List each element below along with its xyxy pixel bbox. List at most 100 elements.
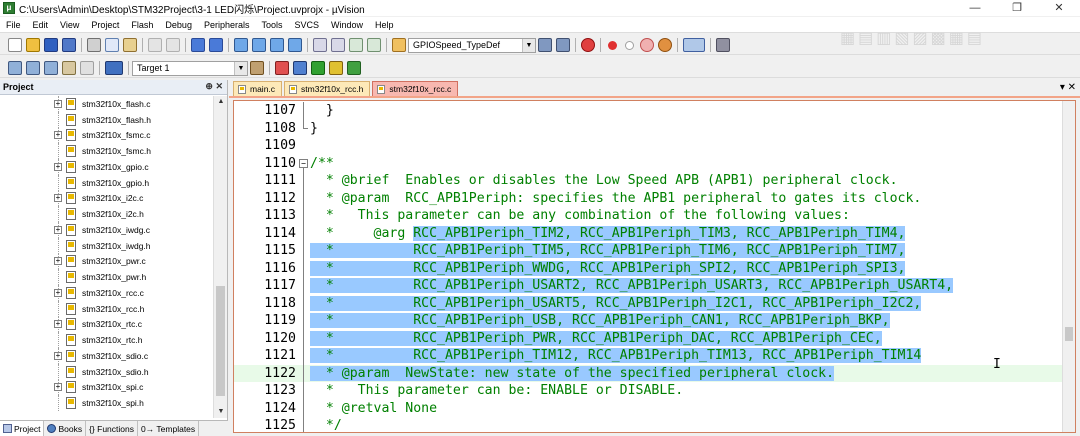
code-editor[interactable]: 1125 */1124 * @retval None 1123 * This pa… [233, 100, 1076, 433]
code-line[interactable]: 1117 * RCC_APB1Periph_USART2, RCC_APB1Pe… [234, 277, 1064, 295]
code-line[interactable]: 1109 [234, 137, 1064, 155]
window-layout-icon[interactable] [683, 38, 705, 52]
expand-icon[interactable]: + [54, 162, 62, 171]
menu-peripherals[interactable]: Peripherals [198, 20, 256, 30]
disable-all-breakpoints-icon[interactable] [640, 38, 654, 52]
expand-icon[interactable]: + [54, 225, 62, 234]
target-options-icon[interactable] [250, 61, 264, 75]
fold-collapse-icon[interactable]: − [299, 155, 308, 173]
code-line[interactable]: 1119 * RCC_APB1Periph_USB, RCC_APB1Perip… [234, 312, 1064, 330]
panel-pin-close-icon[interactable]: ⊕ ✕ [205, 81, 223, 92]
new-file-icon[interactable] [8, 38, 22, 52]
menu-debug[interactable]: Debug [159, 20, 198, 30]
copy-icon[interactable] [105, 38, 119, 52]
expand-icon[interactable]: + [54, 99, 62, 108]
menu-window[interactable]: Window [325, 20, 369, 30]
tree-file-item[interactable]: + stm32f10x_pwr.c [0, 253, 213, 270]
code-line[interactable]: 1110−/** [234, 155, 1064, 173]
tree-file-item[interactable]: stm32f10x_iwdg.h [0, 237, 213, 254]
manage-project-items-icon[interactable] [275, 61, 289, 75]
code-line[interactable]: 1107 } [234, 102, 1064, 120]
tab-templates[interactable]: 0→ Templates [138, 421, 200, 436]
open-folder-icon[interactable] [26, 38, 40, 52]
minimize-button[interactable]: — [954, 0, 996, 16]
scroll-down-icon[interactable]: ▼ [215, 406, 227, 418]
tree-file-item[interactable]: + stm32f10x_gpio.c [0, 159, 213, 175]
paste-icon[interactable] [123, 38, 137, 52]
tree-file-item[interactable]: stm32f10x_i2c.h [0, 206, 213, 222]
cut-icon[interactable] [87, 38, 101, 52]
uncomment-icon[interactable] [367, 38, 381, 52]
editor-tab[interactable]: main.c [233, 81, 283, 96]
scrollbar-thumb[interactable] [1065, 327, 1073, 341]
expand-icon[interactable]: + [54, 194, 62, 203]
translate-icon[interactable] [8, 61, 22, 75]
chevron-down-icon[interactable]: ▼ [522, 38, 535, 52]
menu-edit[interactable]: Edit [27, 20, 55, 30]
menu-project[interactable]: Project [85, 20, 125, 30]
tree-file-item[interactable]: + stm32f10x_rcc.c [0, 285, 213, 301]
rebuild-icon[interactable] [44, 61, 58, 75]
expand-icon[interactable]: + [54, 288, 62, 297]
expand-icon[interactable]: + [54, 351, 62, 360]
tree-file-item[interactable]: stm32f10x_fsmc.h [0, 143, 213, 159]
tab-list-close-icon[interactable]: ▾ ✕ [1060, 82, 1076, 93]
tab-project[interactable]: Project [0, 421, 45, 436]
menu-tools[interactable]: Tools [255, 20, 288, 30]
stop-build-icon[interactable] [80, 61, 94, 75]
maximize-button[interactable]: ❐ [996, 0, 1038, 16]
project-tree-scrollbar[interactable]: ▲ ▼ [213, 96, 227, 418]
scroll-up-icon[interactable]: ▲ [215, 96, 227, 108]
bookmark-toggle-icon[interactable] [234, 38, 248, 52]
code-line[interactable]: 1115 * RCC_APB1Periph_TIM5, RCC_APB1Peri… [234, 242, 1064, 260]
tree-file-item[interactable]: + stm32f10x_iwdg.c [0, 222, 213, 238]
code-line[interactable]: 1123 * This parameter can be: ENABLE or … [234, 382, 1064, 400]
tree-file-item[interactable]: stm32f10x_rtc.h [0, 332, 213, 348]
menu-svcs[interactable]: SVCS [289, 20, 326, 30]
editor-tab[interactable]: stm32f10x_rcc.h [284, 81, 371, 96]
tree-file-item[interactable]: + stm32f10x_spi.c [0, 379, 213, 396]
code-line[interactable]: 1108} [234, 119, 1064, 138]
tree-file-item[interactable]: + stm32f10x_rtc.c [0, 316, 213, 333]
redo-icon[interactable] [166, 38, 180, 52]
code-line[interactable]: 1118 * RCC_APB1Periph_USART5, RCC_APB1Pe… [234, 294, 1064, 312]
code-line[interactable]: 1125 */ [234, 417, 1064, 432]
code-line[interactable]: 1114 * @arg RCC_APB1Periph_TIM2, RCC_APB… [234, 224, 1064, 242]
code-line[interactable]: 1112 * @param RCC_APB1Periph: specifies … [234, 189, 1064, 207]
find-combo[interactable]: GPIOSpeed_TypeDef ▼ [408, 37, 536, 53]
tree-file-item[interactable]: + stm32f10x_sdio.c [0, 348, 213, 364]
editor-scrollbar[interactable] [1062, 101, 1075, 432]
tree-file-item[interactable]: + stm32f10x_i2c.c [0, 190, 213, 207]
menu-view[interactable]: View [54, 20, 85, 30]
tree-file-item[interactable]: stm32f10x_pwr.h [0, 269, 213, 285]
expand-icon[interactable]: + [54, 320, 62, 329]
chevron-down-icon[interactable]: ▼ [234, 61, 247, 75]
navigate-forward-icon[interactable] [209, 38, 223, 52]
tree-file-item[interactable]: + stm32f10x_flash.c [0, 96, 213, 112]
tree-file-item[interactable]: stm32f10x_gpio.h [0, 174, 213, 191]
software-components-icon[interactable] [347, 61, 361, 75]
tree-file-item[interactable]: stm32f10x_rcc.h [0, 300, 213, 317]
build-icon[interactable] [26, 61, 40, 75]
breakpoint-disable-icon[interactable] [625, 40, 634, 50]
scrollbar-thumb[interactable] [216, 286, 225, 396]
pack-installer-icon[interactable] [329, 61, 343, 75]
kill-all-breakpoints-icon[interactable] [658, 38, 672, 52]
download-icon[interactable] [105, 61, 123, 75]
code-line[interactable]: 1122 * @param NewState: new state of the… [234, 364, 1064, 382]
navigate-back-icon[interactable] [191, 38, 205, 52]
incremental-find-icon[interactable] [556, 38, 570, 52]
code-line[interactable]: 1113 * This parameter can be any combina… [234, 207, 1064, 225]
tab-functions[interactable]: {} Functions [86, 421, 138, 436]
expand-icon[interactable]: + [54, 131, 62, 140]
menu-help[interactable]: Help [369, 20, 400, 30]
bookmark-next-icon[interactable] [270, 38, 284, 52]
tree-file-item[interactable]: stm32f10x_spi.h [0, 395, 213, 411]
tab-books[interactable]: Books [44, 421, 87, 436]
comment-icon[interactable] [349, 38, 363, 52]
undo-icon[interactable] [148, 38, 162, 52]
tree-file-item[interactable]: stm32f10x_flash.h [0, 111, 213, 128]
bookmark-clear-icon[interactable] [288, 38, 302, 52]
save-all-icon[interactable] [62, 38, 76, 52]
tree-file-item[interactable]: stm32f10x_sdio.h [0, 363, 213, 380]
